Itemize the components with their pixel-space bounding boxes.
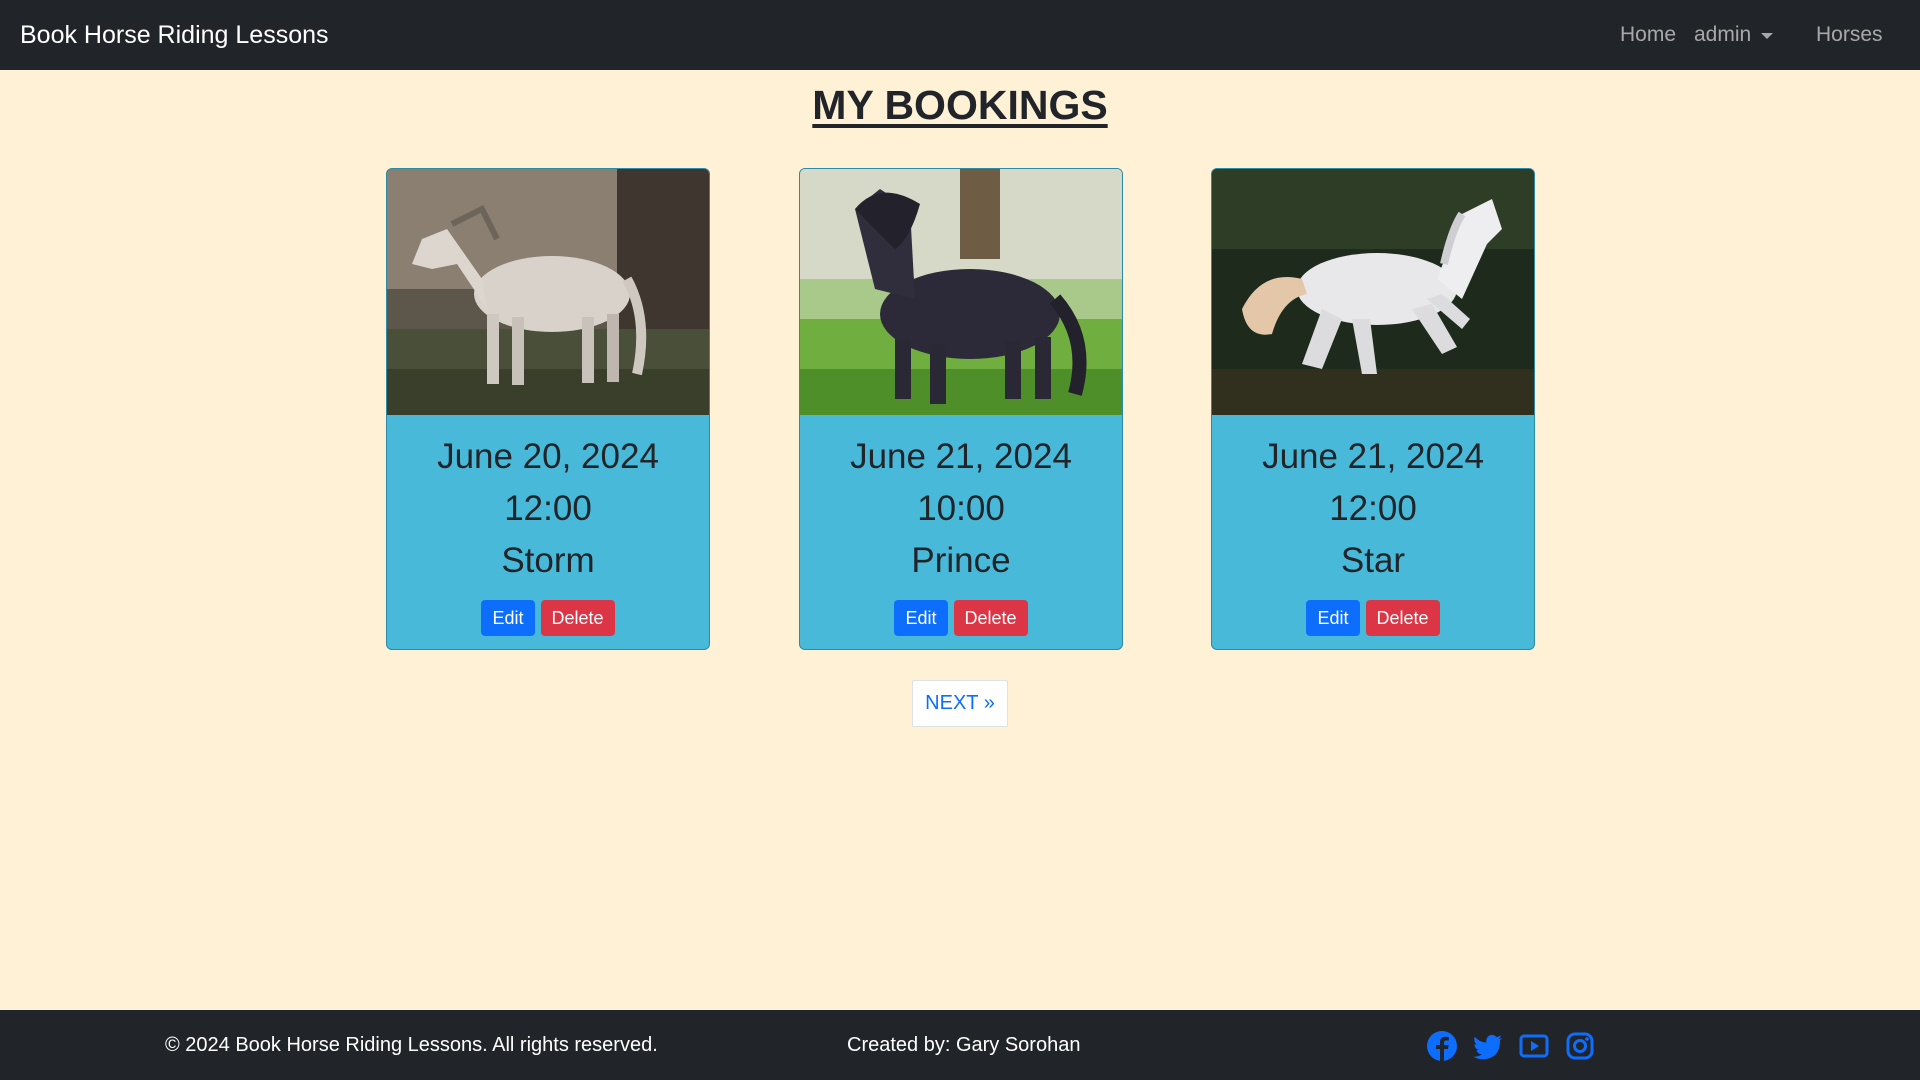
footer: © 2024 Book Horse Riding Lessons. All ri… [0, 1010, 1920, 1080]
booking-horse-name: Prince [911, 541, 1011, 580]
copyright-text: © 2024 Book Horse Riding Lessons. All ri… [165, 1034, 658, 1056]
caret-down-icon [1761, 33, 1774, 39]
brand-link[interactable]: Book Horse Riding Lessons [20, 19, 329, 51]
social-links [1426, 1030, 1596, 1062]
horse-photo [800, 169, 1122, 415]
facebook-icon[interactable] [1426, 1030, 1458, 1062]
booking-time: 12:00 [1329, 489, 1417, 528]
navbar: Book Horse Riding Lessons Home admin Hor… [0, 0, 1920, 70]
booking-horse-name: Storm [501, 541, 595, 580]
booking-details: June 21, 2024 10:00 Prince Edit Delete [800, 415, 1122, 649]
booking-card: June 21, 2024 10:00 Prince Edit Delete [799, 168, 1123, 650]
user-dropdown-label: admin [1694, 23, 1752, 46]
delete-button[interactable]: Delete [1365, 600, 1440, 636]
edit-button[interactable]: Edit [1306, 600, 1360, 636]
page-title: MY BOOKINGS [812, 82, 1108, 128]
credit-text: Created by: Gary Sorohan [847, 1034, 1081, 1056]
horse-photo [1212, 169, 1534, 415]
edit-button[interactable]: Edit [894, 600, 948, 636]
delete-button[interactable]: Delete [953, 600, 1028, 636]
booking-time: 12:00 [504, 489, 592, 528]
delete-button[interactable]: Delete [540, 600, 615, 636]
booking-date: June 20, 2024 [437, 437, 659, 476]
next-page-button[interactable]: NEXT » [912, 680, 1008, 727]
booking-card: June 21, 2024 12:00 Star Edit Delete [1211, 168, 1535, 650]
booking-date: June 21, 2024 [1262, 437, 1484, 476]
user-dropdown[interactable]: admin [1694, 21, 1774, 49]
booking-actions: Edit Delete [800, 600, 1122, 636]
booking-card: June 20, 2024 12:00 Storm Edit Delete [386, 168, 710, 650]
booking-horse-name: Star [1340, 541, 1406, 580]
horse-photo [387, 169, 709, 415]
instagram-icon[interactable] [1564, 1030, 1596, 1062]
booking-actions: Edit Delete [387, 600, 709, 636]
nav-home-link[interactable]: Home [1620, 21, 1676, 49]
booking-actions: Edit Delete [1212, 600, 1534, 636]
booking-date: June 21, 2024 [850, 437, 1072, 476]
booking-time: 10:00 [917, 489, 1005, 528]
youtube-icon[interactable] [1518, 1030, 1550, 1062]
nav-horses-link[interactable]: Horses [1816, 21, 1883, 49]
booking-details: June 21, 2024 12:00 Star Edit Delete [1212, 415, 1534, 649]
edit-button[interactable]: Edit [481, 600, 535, 636]
twitter-icon[interactable] [1472, 1030, 1504, 1062]
booking-details: June 20, 2024 12:00 Storm Edit Delete [387, 415, 709, 649]
